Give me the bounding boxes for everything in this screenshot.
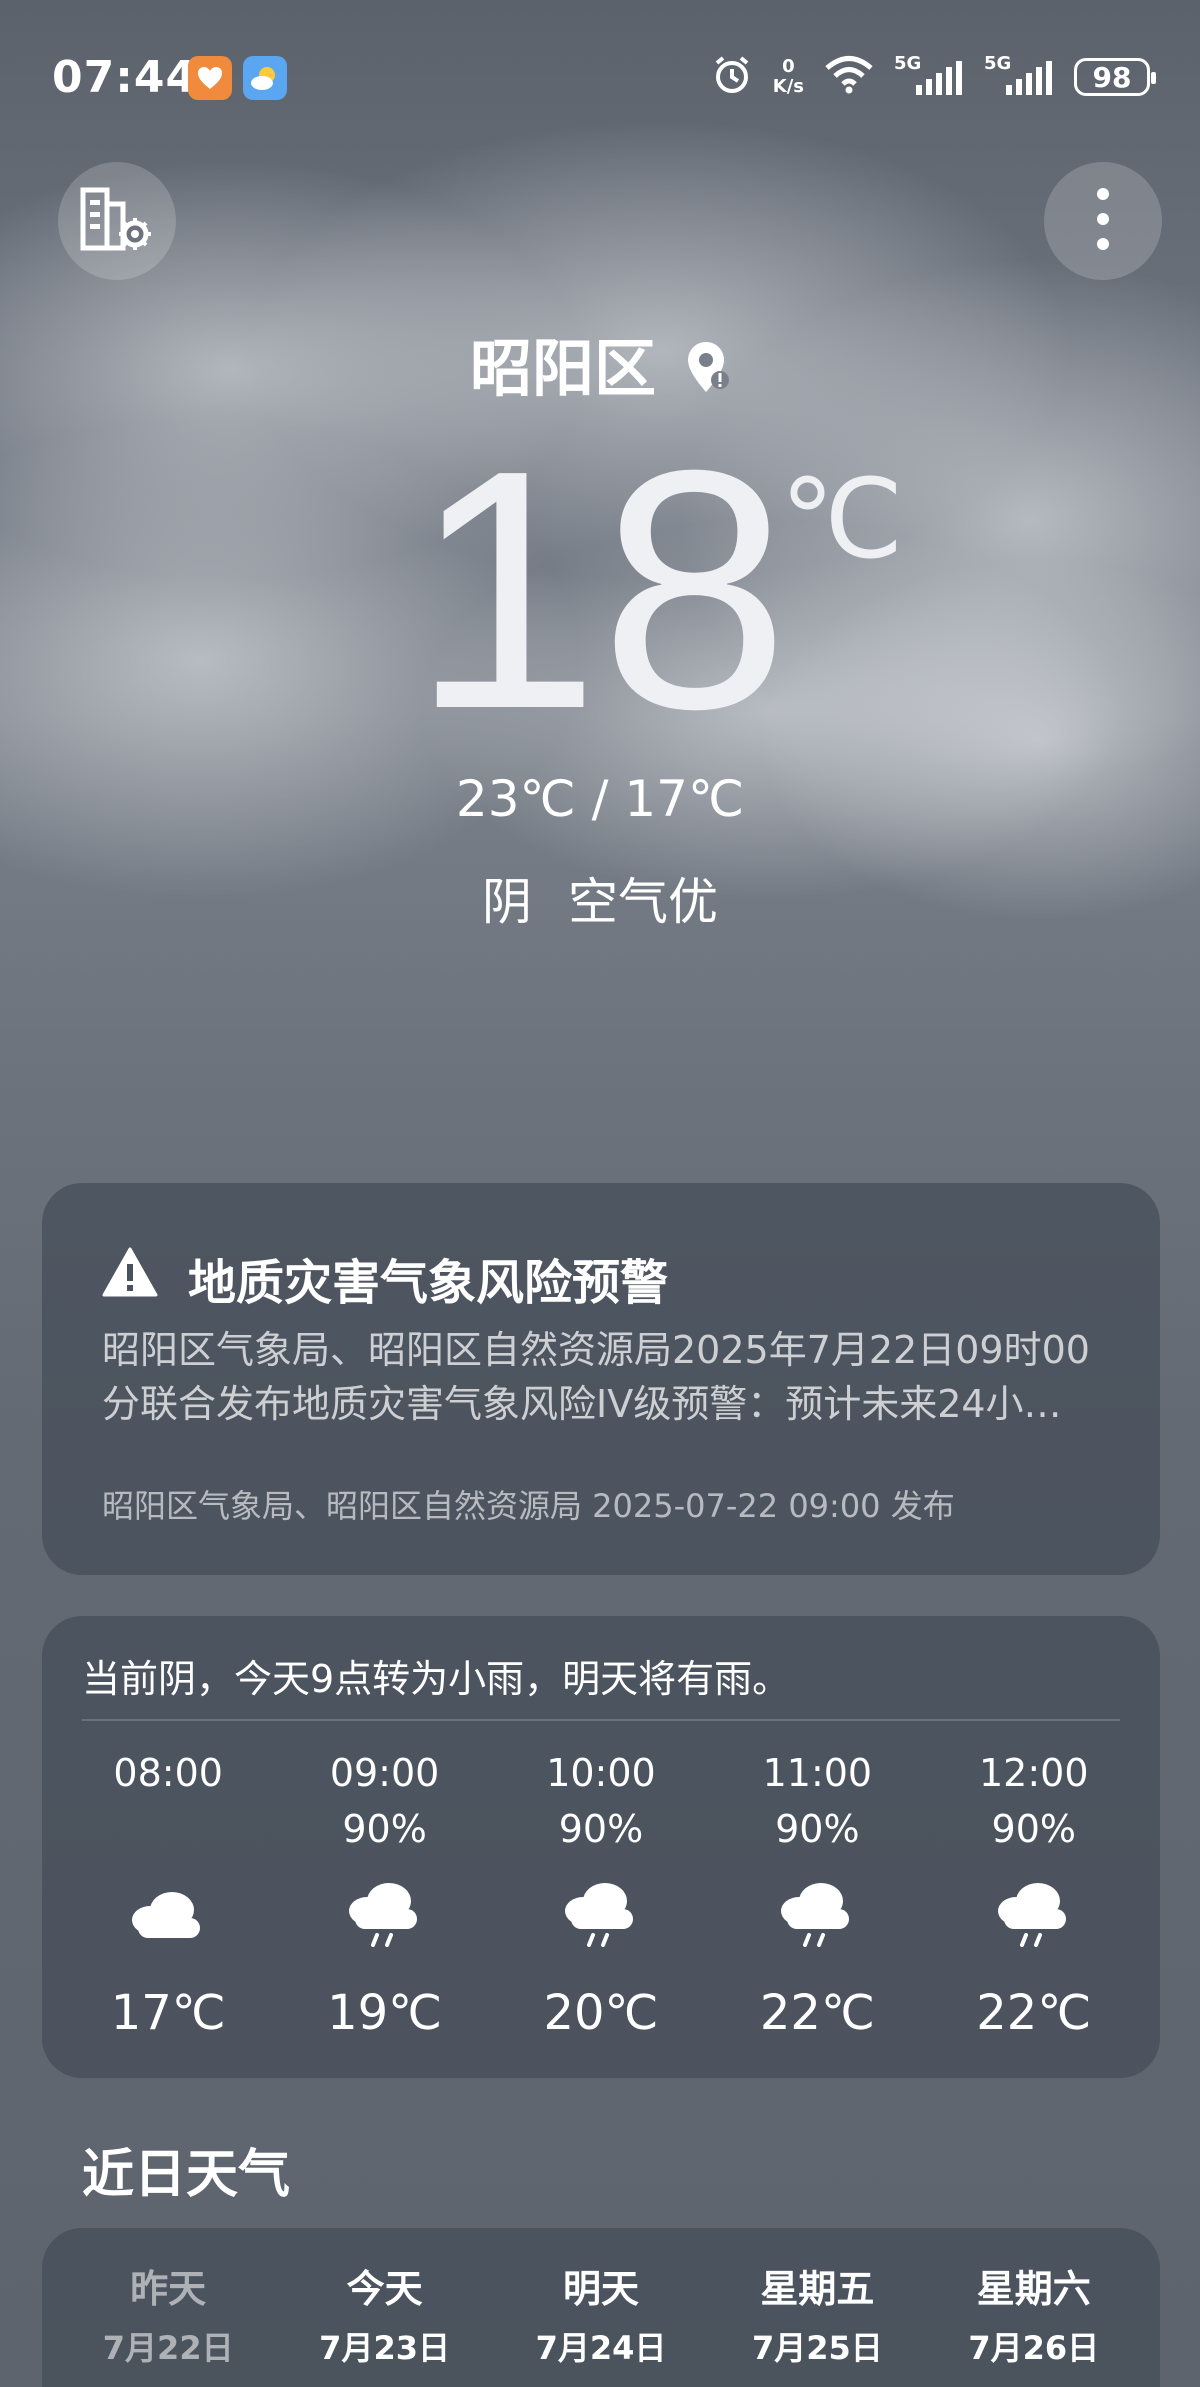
day-name: 星期六 xyxy=(976,2267,1091,2311)
hour-temp: 22℃ xyxy=(976,1985,1092,2041)
high-low-temperature: 23℃ / 17℃ xyxy=(455,770,745,828)
hour-time: 10:00 xyxy=(546,1751,656,1795)
day-date: 7月23日 xyxy=(319,2329,450,2367)
location-name: 昭阳区 xyxy=(469,332,656,405)
current-temperature: 18 xyxy=(410,400,790,780)
hour-time: 11:00 xyxy=(762,1751,873,1795)
day-name: 昨天 xyxy=(130,2267,207,2311)
hourly-summary: 当前阴，今天9点转为小雨，明天将有雨。 xyxy=(82,1657,791,1701)
day-date: 7月24日 xyxy=(535,2329,667,2367)
hour-time: 09:00 xyxy=(329,1751,440,1795)
daily-section-title: 近日天气 xyxy=(82,2145,291,2205)
hour-temp: 17℃ xyxy=(110,1985,226,2041)
signal-icon-sim2: 5G xyxy=(984,53,1054,97)
hour-item[interactable]: 09:00 90% 19℃ xyxy=(285,1751,485,2041)
hour-temp: 20℃ xyxy=(543,1985,659,2041)
status-bar: 07:44 0 K/s 5G 5G 98 xyxy=(0,0,1200,150)
weather-app-icon xyxy=(243,56,287,100)
alarm-icon xyxy=(711,54,753,100)
day-item[interactable]: 今天 7月23日 xyxy=(285,2258,485,2369)
day-name: 星期五 xyxy=(760,2267,875,2311)
day-name: 今天 xyxy=(346,2267,423,2311)
day-name: 明天 xyxy=(562,2267,639,2311)
hour-item[interactable]: 12:00 90% 22℃ xyxy=(934,1751,1134,2041)
day-item[interactable]: 星期五 7月25日 xyxy=(717,2258,917,2369)
city-settings-icon xyxy=(79,184,155,258)
hour-precip: 90% xyxy=(342,1807,427,1851)
hour-precip: 90% xyxy=(775,1807,860,1851)
weather-alert-card[interactable]: 地质灾害气象风险预警 昭阳区气象局、昭阳区自然资源局2025年7月22日09时0… xyxy=(42,1183,1160,1575)
warning-icon xyxy=(102,1247,158,1309)
hour-precip: 90% xyxy=(558,1807,644,1851)
alert-title: 地质灾害气象风险预警 xyxy=(102,1243,668,1313)
wifi-icon xyxy=(824,55,874,99)
day-item[interactable]: 星期六 7月26日 xyxy=(934,2258,1134,2369)
hour-item[interactable]: 10:00 90% 20℃ xyxy=(501,1751,701,2041)
hour-time: 08:00 xyxy=(113,1751,223,1795)
net-speed: 0 K/s xyxy=(772,56,804,97)
hour-precip xyxy=(68,1807,268,1863)
hour-temp: 22℃ xyxy=(759,1985,875,2041)
day-item[interactable]: 昨天 7月22日 xyxy=(68,2258,268,2369)
light-rain-icon xyxy=(561,1881,641,1955)
divider xyxy=(82,1719,1120,1721)
day-date: 7月25日 xyxy=(751,2329,883,2367)
health-app-icon xyxy=(188,56,232,100)
hour-temp: 19℃ xyxy=(327,1985,443,2041)
light-rain-icon xyxy=(345,1881,425,1955)
status-time: 07:44 xyxy=(52,52,198,103)
hour-time: 12:00 xyxy=(978,1751,1089,1795)
light-rain-icon xyxy=(994,1881,1074,1955)
hour-precip: 90% xyxy=(991,1807,1076,1851)
location-pin-icon xyxy=(686,336,730,409)
temperature-unit: ℃ xyxy=(780,458,904,581)
weather-condition: 阴 空气优 xyxy=(482,873,718,931)
light-rain-icon xyxy=(777,1881,857,1955)
hour-item[interactable]: 11:00 90% 22℃ xyxy=(717,1751,917,2041)
signal-icon-sim1: 5G xyxy=(894,53,964,97)
alert-body: 昭阳区气象局、昭阳区自然资源局2025年7月22日09时00 分联合发布地质灾害… xyxy=(102,1328,1090,1426)
alert-source: 昭阳区气象局、昭阳区自然资源局 2025-07-22 09:00 发布 xyxy=(102,1487,955,1525)
battery-icon: 98 xyxy=(1074,58,1156,96)
more-options-button[interactable] xyxy=(1044,162,1162,280)
day-date: 7月22日 xyxy=(102,2329,234,2367)
day-date: 7月26日 xyxy=(968,2329,1100,2367)
cloudy-icon xyxy=(128,1888,208,1948)
city-manage-button[interactable] xyxy=(58,162,176,280)
hour-item[interactable]: 08:00 17℃ xyxy=(68,1751,268,2041)
daily-forecast-card[interactable]: 昨天 7月22日 今天 7月23日 明天 7月24日 星期五 7月25日 星期六… xyxy=(42,2228,1160,2387)
day-item[interactable]: 明天 7月24日 xyxy=(501,2258,701,2369)
location-header[interactable]: 昭阳区 xyxy=(0,318,1200,409)
hourly-forecast-card[interactable]: 当前阴，今天9点转为小雨，明天将有雨。 08:00 17℃ 09:00 90% … xyxy=(42,1616,1160,2078)
more-vertical-icon xyxy=(1096,187,1110,255)
